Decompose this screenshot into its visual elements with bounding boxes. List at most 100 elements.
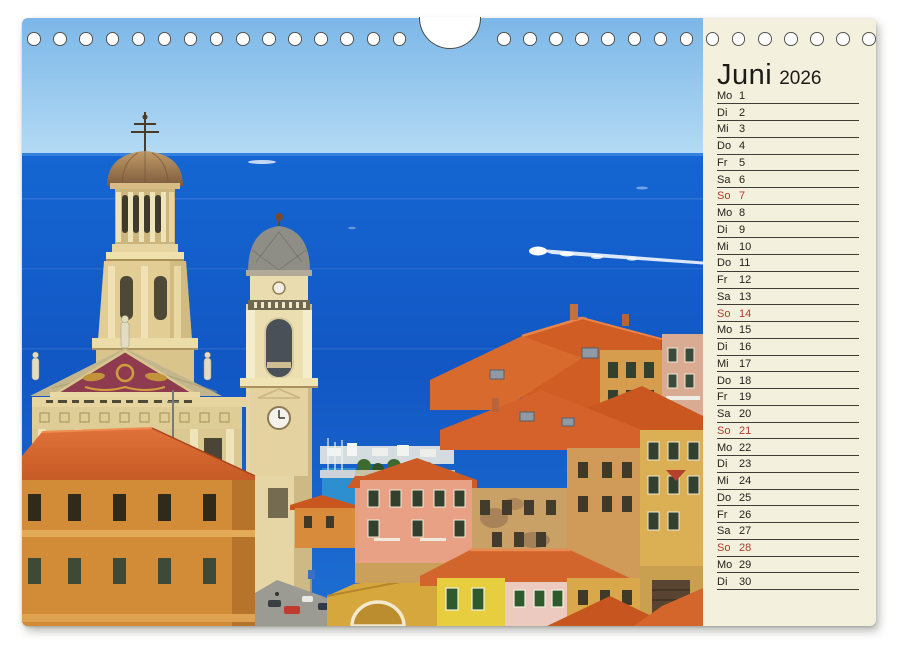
day-weekday: So [717,190,731,203]
day-row: Fr 19 [717,389,859,406]
calendar-product-view: Juni 2026 Mo 1 Di 2 Mi 3 Do 4 Fr 5 Sa 6 So 7 Mo 8 Di 9 Mi 10… [0,0,899,648]
day-weekday: Do [717,374,732,387]
day-weekday: Di [717,458,728,471]
day-weekday: Mo [717,207,733,219]
binding-hole [366,32,381,46]
day-row: Fr 12 [717,272,859,289]
binding-hole [627,32,642,46]
day-weekday: Mo [717,441,733,454]
day-weekday: Fr [717,508,728,521]
binding-hole [862,32,876,46]
day-row: Mi 3 [717,121,859,138]
day-row: Sa 27 [717,523,859,540]
binding-hole [288,32,302,46]
day-number: 22 [739,441,752,454]
day-number: 26 [739,508,752,521]
binding-hole [27,32,41,46]
day-row: Mi 17 [717,356,859,373]
day-weekday: Mo [717,89,733,102]
day-number: 17 [739,357,752,370]
day-number: 21 [739,424,752,437]
day-row: Do 4 [717,138,859,155]
day-number: 8 [739,207,746,219]
day-row: Di 16 [717,339,859,356]
day-weekday: Mi [717,475,729,487]
day-weekday: Sa [717,173,731,186]
day-row: Fr 5 [717,155,859,172]
binding-hole [836,32,850,46]
binding-hole [784,32,798,46]
day-number: 10 [739,240,752,253]
day-number: 28 [739,542,752,554]
day-weekday: Do [717,140,732,152]
day-weekday: Mo [717,324,733,337]
day-number: 7 [739,190,746,203]
binding-hole [105,32,120,46]
day-row: Mo 22 [717,439,859,456]
binding-hole [497,32,511,46]
day-row: Di 23 [717,456,859,473]
day-number: 12 [739,274,752,286]
day-number: 30 [739,575,752,588]
day-weekday: Mi [717,357,729,370]
date-panel: Juni 2026 Mo 1 Di 2 Mi 3 Do 4 Fr 5 Sa 6 So 7 Mo 8 Di 9 Mi 10… [703,18,876,626]
coastal-town-photo [22,18,703,626]
day-number: 13 [739,290,752,303]
day-weekday: Sa [717,525,731,538]
binding-hole [549,32,563,46]
day-number: 18 [739,374,752,387]
day-weekday: Mi [717,123,729,136]
day-number: 4 [739,140,746,152]
day-number: 16 [739,341,752,353]
binding-hole [653,32,668,46]
binding-hole [758,32,772,46]
binding-hole [705,32,720,46]
day-number: 24 [739,475,752,487]
day-number: 11 [739,257,751,270]
day-number: 14 [739,307,752,320]
day-row: Di 30 [717,573,859,590]
binding-hole [53,32,67,46]
day-row: Mo 1 [717,88,859,105]
day-number: 5 [739,156,746,169]
day-weekday: So [717,424,731,437]
day-number: 25 [739,491,752,504]
day-row: Do 18 [717,372,859,389]
month-heading: Juni 2026 [717,61,821,90]
binding-hole [131,32,146,46]
day-weekday: So [717,307,731,320]
month-title: Juni [717,59,773,91]
day-weekday: Mi [717,240,729,253]
day-row: Di 9 [717,222,859,239]
photo-illustration [22,18,703,626]
binding-hole [575,32,589,46]
day-row: Sa 6 [717,171,859,188]
day-weekday: Sa [717,408,731,420]
day-number: 23 [739,458,752,471]
day-number: 2 [739,106,746,119]
binding-hole [157,32,172,46]
day-row: Do 11 [717,255,859,272]
binding-hole [236,32,250,46]
day-row: Mo 8 [717,205,859,222]
day-number: 6 [739,173,746,186]
day-row: Di 2 [717,104,859,121]
day-row: So 14 [717,305,859,322]
day-row: Sa 20 [717,406,859,423]
day-weekday: Fr [717,156,728,169]
binding-hole [392,32,407,46]
day-number: 29 [739,558,752,571]
day-weekday: Di [717,341,728,353]
binding-hole [262,32,276,46]
binding-hole [810,32,824,46]
binding-hole [183,32,198,46]
day-row: Sa 13 [717,289,859,306]
calendar-page: Juni 2026 Mo 1 Di 2 Mi 3 Do 4 Fr 5 Sa 6 So 7 Mo 8 Di 9 Mi 10… [22,17,876,626]
day-number: 20 [739,408,752,420]
day-number: 1 [739,89,746,102]
day-number: 19 [739,391,752,404]
day-weekday: Mo [717,558,733,571]
day-row: So 21 [717,423,859,440]
day-weekday: Di [717,223,728,236]
day-row: So 28 [717,540,859,557]
